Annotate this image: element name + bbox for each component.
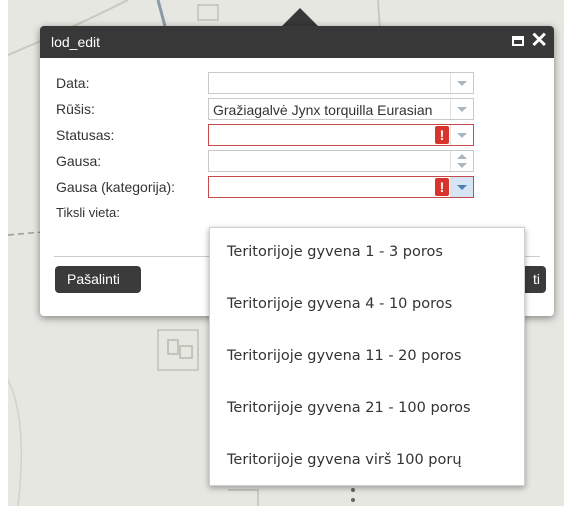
field-label-data: Data: (56, 75, 90, 91)
gausa-kategorija-field[interactable]: ! (208, 176, 474, 198)
chevron-down-icon (457, 185, 467, 190)
field-label-statusas: Statusas: (56, 127, 115, 143)
field-label-gausa: Gausa: (56, 153, 102, 169)
field-row-statusas: Statusas: ! (56, 124, 476, 146)
dropdown-option[interactable]: Teritorijoje gyvena virš 100 porų (227, 452, 462, 468)
field-label-tiksli-vieta: Tiksli vieta: (56, 205, 120, 220)
spin-down-icon[interactable] (457, 163, 467, 168)
close-icon[interactable]: ✕ (530, 30, 548, 52)
dialog-title: lod_edit (51, 34, 101, 50)
chevron-down-icon (457, 107, 467, 112)
statusas-dropdown-button[interactable] (450, 125, 473, 145)
data-field[interactable] (208, 72, 474, 94)
popup-pointer (282, 8, 318, 26)
field-label-gausa-kategorija: Gausa (kategorija): (56, 179, 176, 195)
dialog-titlebar[interactable]: lod_edit ✕ (40, 26, 554, 58)
maximize-icon[interactable] (512, 36, 524, 46)
rusis-dropdown-button[interactable] (450, 99, 473, 119)
chevron-down-icon (457, 81, 467, 86)
save-button-label: ti (533, 271, 540, 287)
chevron-down-icon (457, 133, 467, 138)
delete-button[interactable]: Pašalinti (55, 266, 141, 293)
field-row-gausa-kategorija: Gausa (kategorija): ! (56, 176, 476, 198)
error-icon: ! (435, 126, 449, 144)
field-row-gausa: Gausa: (56, 150, 476, 172)
field-row-data: Data: (56, 72, 476, 94)
field-label-rusis: Rūšis: (56, 101, 95, 117)
error-icon: ! (435, 178, 449, 196)
dropdown-option[interactable]: Teritorijoje gyvena 21 - 100 poros (227, 400, 471, 416)
dropdown-option[interactable]: Teritorijoje gyvena 11 - 20 poros (227, 348, 461, 364)
gausa-kategorija-dropdown-list: Teritorijoje gyvena 1 - 3 poros Teritori… (209, 227, 525, 486)
gausa-kategorija-dropdown-button[interactable] (450, 177, 473, 197)
statusas-field[interactable]: ! (208, 124, 474, 146)
data-dropdown-button[interactable] (450, 73, 473, 93)
dropdown-option[interactable]: Teritorijoje gyvena 1 - 3 poros (227, 244, 443, 260)
spin-up-icon[interactable] (457, 154, 467, 159)
field-row-rusis: Rūšis: Gražiagalvė Jynx torquilla Eurasi… (56, 98, 476, 120)
rusis-field[interactable]: Gražiagalvė Jynx torquilla Eurasian (208, 98, 474, 120)
rusis-field-value: Gražiagalvė Jynx torquilla Eurasian (213, 102, 433, 118)
gausa-field[interactable] (208, 150, 474, 172)
field-row-tiksli-vieta: Tiksli vieta: (56, 202, 476, 224)
gausa-spinner[interactable] (450, 151, 473, 171)
dropdown-option[interactable]: Teritorijoje gyvena 4 - 10 poros (227, 296, 452, 312)
